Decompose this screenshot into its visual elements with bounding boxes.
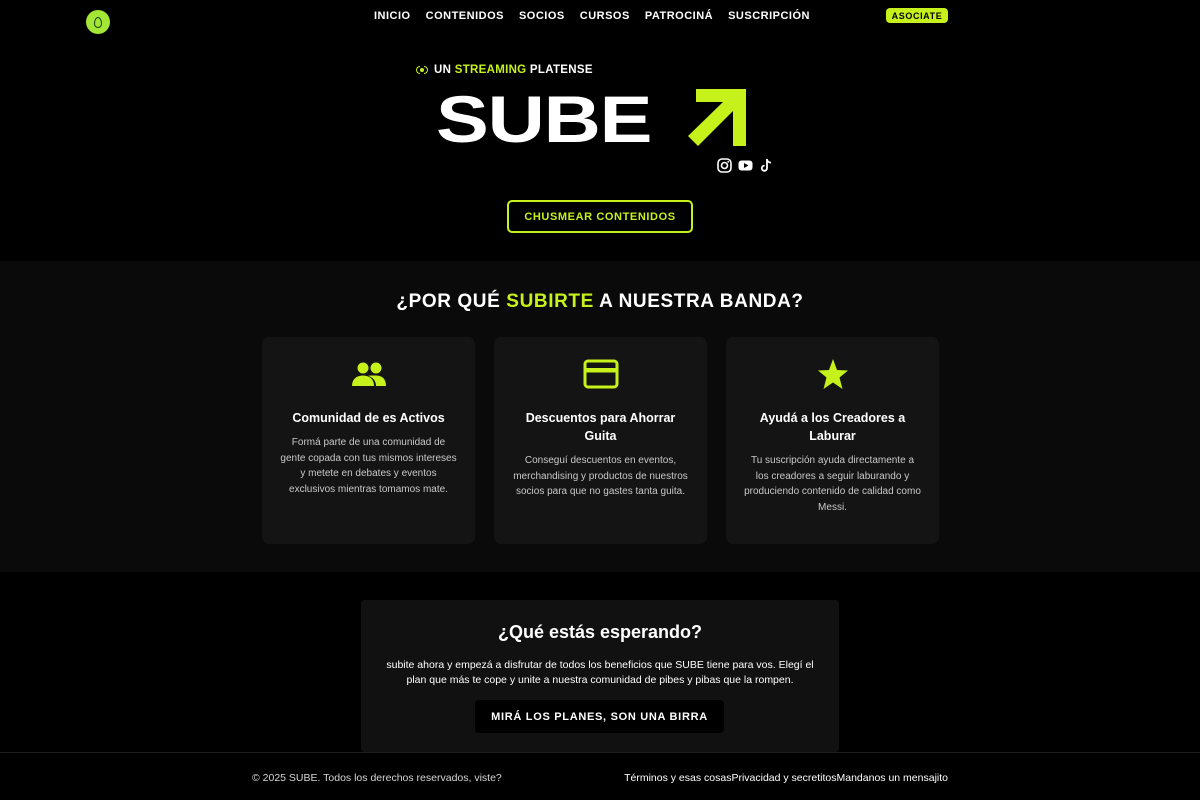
social-links: [717, 158, 774, 173]
features-title-post: A NUESTRA BANDA?: [599, 291, 804, 312]
features-section: ¿POR QUÉ SUBIRTE A NUESTRA BANDA? Comuni…: [0, 261, 1200, 572]
nav-item-patrocina[interactable]: PATROCINÁ: [645, 10, 713, 22]
tiktok-icon[interactable]: [759, 158, 774, 173]
nav-item-contenidos[interactable]: CONTENIDOS: [426, 10, 504, 22]
kicker-pre: UN: [434, 64, 452, 76]
youtube-icon[interactable]: [738, 158, 753, 173]
kicker-post: PLATENSE: [529, 64, 593, 76]
feature-title: Comunidad de es Activos: [292, 411, 445, 425]
site-logo[interactable]: [86, 10, 110, 34]
features-title: ¿POR QUÉ SUBIRTE A NUESTRA BANDA?: [0, 291, 1200, 313]
features-title-highlight: SUBIRTE: [506, 291, 594, 312]
nav-item-inicio[interactable]: INICIO: [374, 10, 411, 22]
arrow-up-right-icon: [688, 89, 746, 146]
star-icon: [817, 359, 848, 389]
feature-title: Descuentos para Ahorrar Guita: [525, 411, 676, 443]
feature-card-creadores: Ayudá a los Creadores a Laburar Tu suscr…: [726, 337, 939, 544]
users-icon: [351, 362, 386, 386]
feature-text: Tu suscripción ayuda directamente a los …: [744, 455, 921, 513]
drop-icon: [94, 16, 102, 28]
kicker-text: UN STREAMING PLATENSE: [434, 64, 593, 76]
nav-item-suscripcion[interactable]: SUSCRIPCIÓN: [728, 10, 810, 22]
brand-wordmark: SUBE: [436, 82, 652, 156]
feature-text: Formá parte de una comunidad de gente co…: [280, 437, 457, 495]
top-nav: INICIO CONTENIDOS SOCIOS CURSOS PATROCIN…: [0, 0, 1200, 34]
asociate-button[interactable]: ASOCIATE: [886, 8, 948, 23]
ver-planes-button[interactable]: MIRÁ LOS PLANES, SON UNA BIRRA: [475, 700, 724, 733]
footer: © 2025 SUBE. Todos los derechos reservad…: [0, 752, 1200, 800]
footer-link-privacidad[interactable]: Privacidad y secretitos: [731, 772, 836, 784]
footer-links: Términos y esas cosas Privacidad y secre…: [624, 772, 948, 784]
nav-item-socios[interactable]: SOCIOS: [519, 10, 565, 22]
cta-box: ¿Qué estás esperando? subite ahora y emp…: [361, 600, 839, 752]
footer-link-terminos[interactable]: Términos y esas cosas: [624, 772, 731, 784]
nav-item-cursos[interactable]: CURSOS: [580, 10, 630, 22]
hero-kicker: UN STREAMING PLATENSE: [416, 64, 593, 76]
cta-text: subite ahora y empezá a disfrutar de tod…: [386, 659, 814, 686]
broadcast-icon: [416, 65, 428, 75]
cta-title: ¿Qué estás esperando?: [497, 622, 703, 642]
instagram-icon[interactable]: [717, 158, 732, 173]
feature-title: Ayudá a los Creadores a Laburar: [759, 411, 906, 443]
feature-text: Conseguí descuentos en eventos, merchand…: [513, 455, 688, 497]
footer-link-contacto[interactable]: Mandanos un mensajito: [837, 772, 949, 784]
chusmear-contenidos-button[interactable]: CHUSMEAR CONTENIDOS: [507, 200, 693, 233]
kicker-highlight: STREAMING: [454, 64, 527, 76]
credit-card-icon: [583, 359, 618, 389]
feature-card-descuentos: Descuentos para Ahorrar Guita Conseguí d…: [494, 337, 707, 544]
main-menu: INICIO CONTENIDOS SOCIOS CURSOS PATROCIN…: [374, 10, 810, 22]
copyright-text: © 2025 SUBE. Todos los derechos reservad…: [252, 772, 502, 784]
features-title-pre: ¿POR QUÉ: [396, 291, 501, 312]
feature-card-comunidad: Comunidad de es Activos Formá parte de u…: [262, 337, 475, 544]
